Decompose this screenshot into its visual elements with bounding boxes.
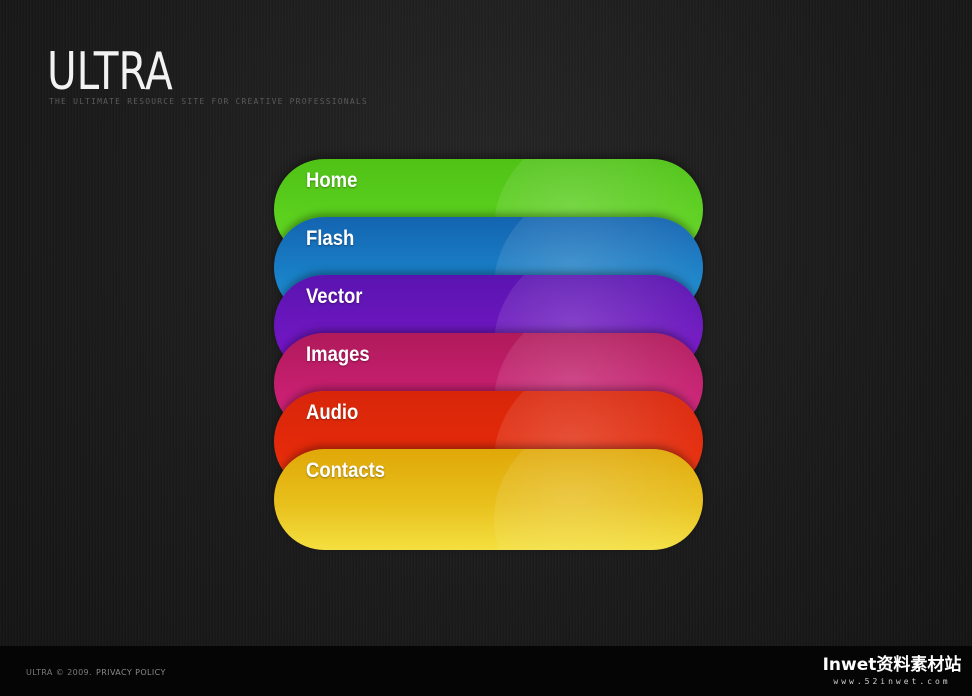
footer-copyright: ULTRA © 2009. PRIVACY POLICY	[26, 668, 166, 677]
menu-item-label: Contacts	[306, 459, 386, 482]
watermark-title: Inwet资料素材站	[822, 655, 962, 675]
menu-item-label: Vector	[306, 285, 363, 308]
privacy-policy-link[interactable]: PRIVACY POLICY	[96, 668, 166, 677]
watermark-logo: Inwet资料素材站 www.52inwet.com	[818, 654, 966, 694]
menu-item-label: Images	[306, 343, 370, 366]
menu-item-contacts[interactable]: Contacts	[274, 449, 703, 550]
menu-item-label: Flash	[306, 227, 355, 250]
footer: ULTRA © 2009. PRIVACY POLICY Inwet资料素材站 w…	[0, 646, 972, 696]
watermark-url: www.52inwet.com	[833, 677, 951, 686]
site-logo[interactable]: ULTRA	[47, 42, 173, 102]
main-menu: Home Flash Vector Images Audio Contacts	[274, 159, 703, 550]
menu-item-label: Audio	[306, 401, 359, 424]
site-tagline: THE ULTIMATE RESOURCE SITE FOR CREATIVE …	[49, 97, 368, 106]
copyright-text: ULTRA © 2009.	[26, 668, 92, 677]
menu-item-label: Home	[306, 169, 358, 192]
